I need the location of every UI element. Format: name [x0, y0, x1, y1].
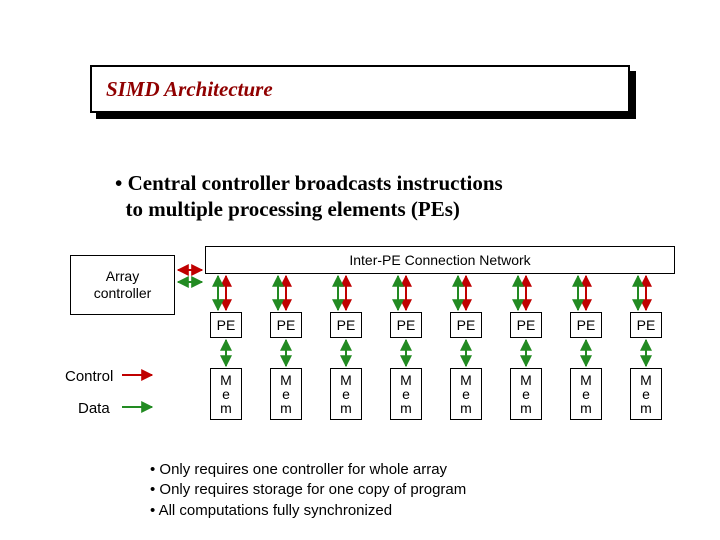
notes: • Only requires one controller for whole…	[150, 460, 466, 521]
main-bullet-line1: • Central controller broadcasts instruct…	[115, 171, 503, 195]
array-controller-box: Array controller	[70, 255, 175, 315]
main-bullet: • Central controller broadcasts instruct…	[115, 170, 503, 223]
title-frame: SIMD Architecture	[90, 65, 630, 113]
main-bullet-line2: to multiple processing elements (PEs)	[126, 197, 460, 221]
note-2: • All computations fully synchronized	[150, 501, 466, 521]
mem-box-0: M e m	[210, 368, 242, 420]
legend-data: Data	[78, 400, 110, 417]
inter-pe-label: Inter-PE Connection Network	[349, 252, 530, 268]
array-controller-label: Array controller	[94, 268, 152, 302]
mem-box-4: M e m	[450, 368, 482, 420]
pe-box-4: PE	[450, 312, 482, 338]
mem-box-2: M e m	[330, 368, 362, 420]
pe-box-3: PE	[390, 312, 422, 338]
note-0: • Only requires one controller for whole…	[150, 460, 466, 480]
pe-box-0: PE	[210, 312, 242, 338]
pe-box-7: PE	[630, 312, 662, 338]
note-1: • Only requires storage for one copy of …	[150, 480, 466, 500]
pe-box-5: PE	[510, 312, 542, 338]
pe-box-2: PE	[330, 312, 362, 338]
mem-box-1: M e m	[270, 368, 302, 420]
pe-box-1: PE	[270, 312, 302, 338]
mem-box-7: M e m	[630, 368, 662, 420]
pe-box-6: PE	[570, 312, 602, 338]
mem-box-5: M e m	[510, 368, 542, 420]
legend-control: Control	[65, 368, 113, 385]
simd-diagram: Array controller Inter-PE Connection Net…	[60, 240, 680, 440]
mem-box-6: M e m	[570, 368, 602, 420]
inter-pe-box: Inter-PE Connection Network	[205, 246, 675, 274]
mem-box-3: M e m	[390, 368, 422, 420]
title-text: SIMD Architecture	[106, 77, 273, 102]
